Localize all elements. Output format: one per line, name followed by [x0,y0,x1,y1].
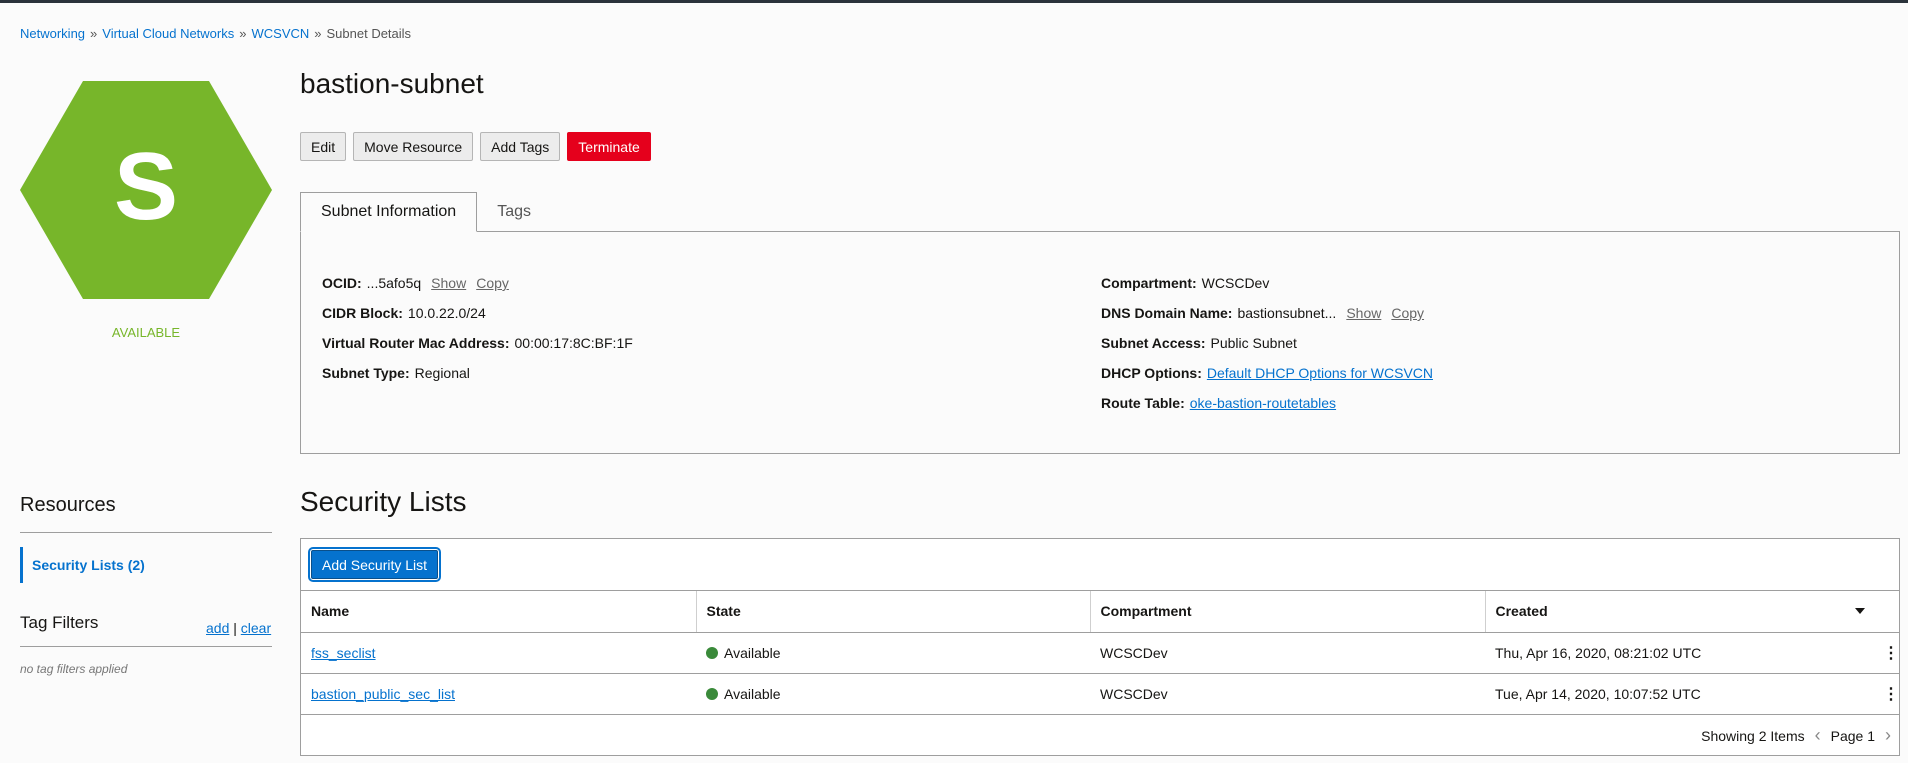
column-header-created[interactable]: Created [1485,591,1899,633]
route-table-label: Route Table: [1101,395,1185,411]
info-column-right: Compartment: WCSCDev DNS Domain Name: ba… [1101,268,1433,418]
sort-caret-icon[interactable] [1855,608,1865,615]
ocid-row: OCID: ...5afo5q Show Copy [322,268,633,298]
subnet-access-value: Public Subnet [1210,335,1297,351]
terminate-button[interactable]: Terminate [567,132,651,161]
breadcrumb-networking[interactable]: Networking [20,26,85,41]
info-column-left: OCID: ...5afo5q Show Copy CIDR Block: 10… [322,268,633,388]
breadcrumb-separator: » [239,26,247,41]
column-header-created-label: Created [1495,603,1548,620]
tab-subnet-information[interactable]: Subnet Information [300,192,478,232]
tag-filter-divider: | [233,620,237,636]
security-lists-table: Add Security List Name State Compartment… [300,538,1900,756]
route-table-row: Route Table: oke-bastion-routetables [1101,388,1433,418]
subnet-type-label: Subnet Type: [322,365,410,381]
vr-mac-row: Virtual Router Mac Address: 00:00:17:8C:… [322,328,633,358]
breadcrumb-separator: » [90,26,98,41]
compartment-value: WCSCDev [1201,275,1270,291]
compartment-cell: WCSCDev [1090,673,1485,715]
breadcrumb: Networking » Virtual Cloud Networks » WCSVCN… [20,26,411,41]
breadcrumb-current: Subnet Details [326,26,412,41]
move-resource-button[interactable]: Move Resource [353,132,474,161]
table-toolbar: Add Security List [301,539,1899,591]
tab-bar: Subnet Information Tags [300,192,551,232]
ocid-copy-link[interactable]: Copy [476,275,509,291]
tag-filter-clear-link[interactable]: clear [241,620,271,636]
column-header-compartment[interactable]: Compartment [1090,591,1486,633]
sidebar-item-security-lists[interactable]: Security Lists (2) [20,547,272,583]
status-label: AVAILABLE [111,325,181,340]
breadcrumb-virtual-cloud-networks[interactable]: Virtual Cloud Networks [102,26,234,41]
action-bar: Edit Move Resource Add Tags Terminate [300,132,651,161]
page-indicator: Page 1 [1830,727,1875,744]
state-value: Available [724,644,781,661]
dns-row: DNS Domain Name: bastionsubnet... Show C… [1101,298,1433,328]
showing-items-count: Showing 2 Items [1701,727,1805,744]
no-tag-filters-text: no tag filters applied [20,662,128,676]
dns-value: bastionsubnet... [1237,305,1337,321]
tag-filter-add-link[interactable]: add [206,620,229,636]
next-page-icon[interactable]: › [1885,725,1891,746]
security-list-name-link[interactable]: fss_seclist [311,645,376,661]
subnet-type-row: Subnet Type: Regional [322,358,633,388]
table-row: bastion_public_sec_list Available WCSCDe… [301,673,1899,715]
cidr-label: CIDR Block: [322,305,403,321]
subnet-information-panel: OCID: ...5afo5q Show Copy CIDR Block: 10… [300,231,1900,454]
column-header-state[interactable]: State [696,591,1091,633]
breadcrumb-separator: » [314,26,322,41]
subnet-type-value: Regional [414,365,470,381]
subnet-access-row: Subnet Access: Public Subnet [1101,328,1433,358]
status-dot-icon [706,687,718,700]
security-lists-title: Security Lists [300,486,467,517]
resources-title: Resources [20,494,116,516]
cidr-row: CIDR Block: 10.0.22.0/24 [322,298,633,328]
table-header-row: Name State Compartment Created [301,591,1899,633]
dns-label: DNS Domain Name: [1101,305,1233,321]
tab-tags[interactable]: Tags [477,192,551,232]
ocid-show-link[interactable]: Show [431,275,466,291]
page-title: bastion-subnet [300,68,484,99]
edit-button[interactable]: Edit [300,132,347,161]
table-footer: Showing 2 Items ‹ Page 1 › [301,715,1899,757]
dhcp-row: DHCP Options: Default DHCP Options for W… [1101,358,1433,388]
tag-filters-title: Tag Filters [20,613,99,632]
row-actions-kebab-icon[interactable]: ⋮ [1883,643,1899,663]
top-bar [0,0,1908,3]
previous-page-icon[interactable]: ‹ [1815,725,1821,746]
vr-mac-label: Virtual Router Mac Address: [322,335,510,351]
subnet-icon-letter: S [113,133,179,240]
breadcrumb-wcsvcn[interactable]: WCSVCN [251,26,309,41]
cidr-value: 10.0.22.0/24 [407,305,486,321]
tag-filters-divider [20,646,272,647]
route-table-link[interactable]: oke-bastion-routetables [1190,395,1336,411]
add-tags-button[interactable]: Add Tags [480,132,561,161]
compartment-label: Compartment: [1101,275,1197,291]
add-security-list-button[interactable]: Add Security List [307,547,442,582]
dhcp-label: DHCP Options: [1101,365,1202,381]
status-dot-icon [706,646,718,659]
dns-copy-link[interactable]: Copy [1391,305,1424,321]
security-list-name-link[interactable]: bastion_public_sec_list [311,686,455,702]
created-value: Tue, Apr 14, 2020, 10:07:52 UTC [1495,685,1701,702]
security-lists-grid: Name State Compartment Created fss_secli… [301,591,1899,715]
dhcp-options-link[interactable]: Default DHCP Options for WCSVCN [1207,365,1433,381]
ocid-value: ...5afo5q [366,275,422,291]
compartment-cell: WCSCDev [1090,632,1485,674]
column-header-name[interactable]: Name [301,591,697,633]
vr-mac-value: 00:00:17:8C:BF:1F [514,335,633,351]
dns-show-link[interactable]: Show [1346,305,1381,321]
table-row: fss_seclist Available WCSCDev Thu, Apr 1… [301,632,1899,674]
subnet-access-label: Subnet Access: [1101,335,1206,351]
ocid-label: OCID: [322,275,362,291]
tag-filter-links: add | clear [206,620,271,636]
resources-divider [20,532,272,533]
row-actions-kebab-icon[interactable]: ⋮ [1883,684,1899,704]
state-value: Available [724,685,781,702]
compartment-row: Compartment: WCSCDev [1101,268,1433,298]
subnet-hexagon-icon: S [20,81,272,299]
created-value: Thu, Apr 16, 2020, 08:21:02 UTC [1495,644,1702,661]
